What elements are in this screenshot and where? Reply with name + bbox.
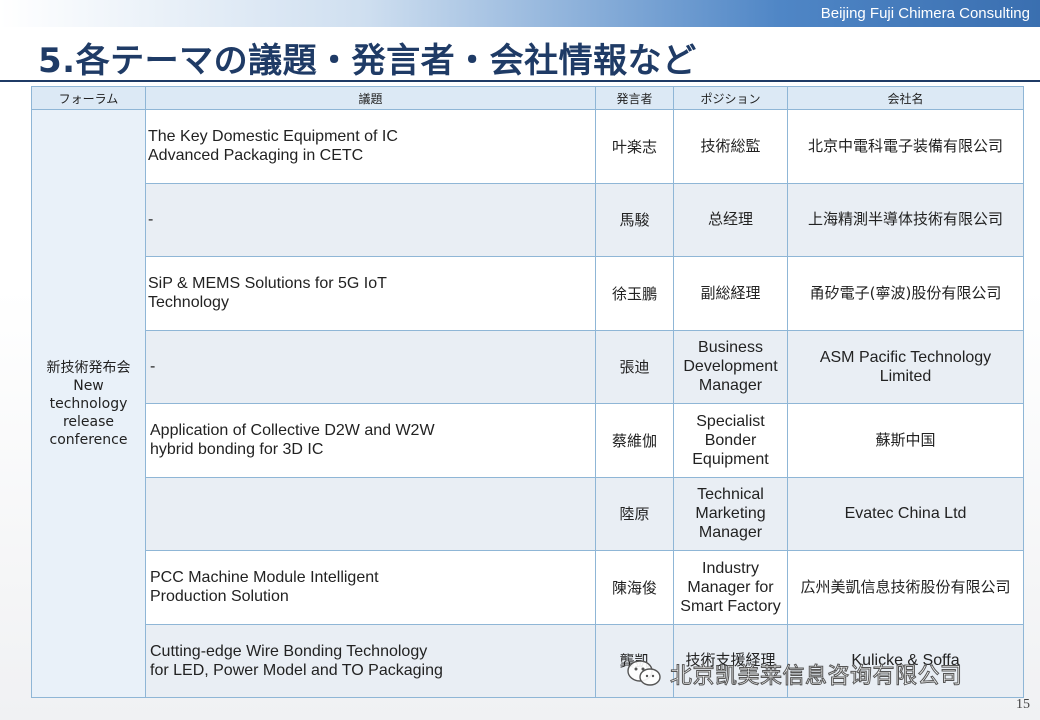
topic-line: for LED, Power Model and TO Packaging: [150, 661, 443, 679]
watermark-text: 北京凯美莱信息咨询有限公司: [670, 664, 963, 690]
topic-line: -: [150, 358, 156, 376]
forum-line: technology: [49, 395, 128, 412]
position-line: Specialist: [696, 412, 765, 430]
table-row: Application of Collective D2W and W2W hy…: [31, 403, 1024, 478]
topic-line: hybrid bonding for 3D IC: [150, 441, 324, 459]
position-line: Development: [683, 358, 778, 376]
company-cell: 上海精測半導体技術有限公司: [787, 182, 1024, 257]
speaker-cell: 徐玉鵬: [595, 256, 674, 331]
topic-line: PCC Machine Module Intelligent: [150, 569, 379, 587]
company-cell: 蘇斯中国: [787, 403, 1024, 478]
topic-cell: -: [145, 182, 596, 257]
company-line: 北京中電科電子装備有限公司: [807, 136, 1003, 155]
table-row: PCC Machine Module Intelligent Productio…: [31, 550, 1024, 625]
forum-line: conference: [49, 431, 128, 448]
position-line: Technical: [697, 486, 764, 504]
topic-line: Advanced Packaging in CETC: [148, 147, 364, 165]
position-line: Marketing: [695, 505, 766, 523]
position-line: Smart Factory: [680, 597, 781, 615]
topic-cell: [145, 476, 596, 551]
column-header-company: 会社名: [787, 86, 1024, 110]
topic-cell: -: [145, 329, 596, 404]
column-header-position: ポジション: [673, 86, 788, 110]
company-cell: 広州美凱信息技術股份有限公司: [787, 550, 1024, 625]
company-name: Beijing Fuji Chimera Consulting: [820, 5, 1030, 22]
position-line: Manager: [698, 524, 763, 542]
position-cell: 总经理: [673, 182, 788, 257]
forum-line: New: [73, 377, 104, 394]
topic-cell: Application of Collective D2W and W2W hy…: [145, 403, 596, 478]
table-row: 陸原 Technical Marketing Manager Evatec Ch…: [31, 476, 1024, 551]
forum-line: release: [62, 413, 115, 430]
watermark: 北京凯美莱信息咨询有限公司: [626, 658, 963, 690]
position-line: Manager for: [687, 578, 774, 596]
position-line: 副総経理: [700, 283, 761, 302]
position-line: Industry: [702, 559, 759, 577]
position-line: Manager: [698, 377, 763, 395]
table-row: 新技術発布会 New technology release conference…: [31, 109, 1024, 698]
table-header-row: フォーラム 議題 発言者 ポジション 会社名: [31, 86, 1024, 110]
wechat-icon: [627, 660, 661, 686]
speaker-cell: 蔡維伽: [595, 403, 674, 478]
column-header-speaker: 発言者: [595, 86, 674, 110]
position-cell: 技術総監: [673, 109, 788, 184]
position-cell: Business Development Manager: [673, 329, 788, 404]
speaker-cell: 陳海俊: [595, 550, 674, 625]
page-number: 15: [1016, 697, 1030, 712]
position-cell: 副総経理: [673, 256, 788, 331]
position-cell: Specialist Bonder Equipment: [673, 403, 788, 478]
topic-cell: The Key Domestic Equipment of IC Advance…: [145, 109, 596, 184]
topic-cell: SiP & MEMS Solutions for 5G IoT Technolo…: [145, 256, 596, 331]
company-cell: 北京中電科電子装備有限公司: [787, 109, 1024, 184]
topic-line: The Key Domestic Equipment of IC: [148, 128, 398, 146]
speaker-cell: 陸原: [595, 476, 674, 551]
position-line: 总经理: [707, 210, 753, 229]
agenda-table: フォーラム 議題 発言者 ポジション 会社名 新技術発布会 New techno…: [31, 86, 1024, 698]
forum-line: 新技術発布会: [46, 359, 131, 376]
position-cell: Industry Manager for Smart Factory: [673, 550, 788, 625]
position-line: Bonder: [704, 431, 757, 449]
position-line: Equipment: [692, 450, 769, 468]
company-cell: Evatec China Ltd: [787, 476, 1024, 551]
topic-line: SiP & MEMS Solutions for 5G IoT: [148, 275, 387, 293]
position-line: 技術総監: [700, 136, 761, 155]
speaker-cell: 張迪: [595, 329, 674, 404]
position-line: Business: [698, 339, 763, 357]
table-row: - 張迪 Business Development Manager ASM Pa…: [31, 329, 1024, 404]
topic-cell: Cutting-edge Wire Bonding Technology for…: [145, 623, 596, 698]
company-cell: 甬矽電子(寧波)股份有限公司: [787, 256, 1024, 331]
company-cell: ASM Pacific Technology Limited: [787, 329, 1024, 404]
column-header-forum: フォーラム: [31, 86, 146, 110]
title-divider: [0, 80, 1040, 82]
topic-line: -: [148, 211, 154, 229]
company-line: 広州美凱信息技術股份有限公司: [800, 577, 1011, 596]
company-line: Limited: [879, 367, 932, 385]
company-line: 上海精測半導体技術有限公司: [807, 210, 1003, 229]
topic-cell: PCC Machine Module Intelligent Productio…: [145, 550, 596, 625]
topic-line: Cutting-edge Wire Bonding Technology: [150, 642, 428, 660]
page-title: 5.各テーマの議題・発言者・会社情報など: [38, 41, 697, 81]
topic-line: Production Solution: [150, 588, 289, 606]
speaker-cell: 叶楽志: [595, 109, 674, 184]
table-row: SiP & MEMS Solutions for 5G IoT Technolo…: [31, 256, 1024, 331]
company-line: 甬矽電子(寧波)股份有限公司: [809, 283, 1002, 302]
company-line: 蘇斯中国: [875, 430, 936, 449]
forum-cell: 新技術発布会 New technology release conference: [31, 109, 146, 698]
speaker-cell: 馬駿: [595, 182, 674, 257]
column-header-topic: 議題: [145, 86, 596, 110]
header-bar: Beijing Fuji Chimera Consulting: [0, 0, 1040, 27]
table-row: - 馬駿 总经理 上海精測半導体技術有限公司: [31, 182, 1024, 257]
company-line: Evatec China Ltd: [844, 505, 967, 523]
position-cell: Technical Marketing Manager: [673, 476, 788, 551]
company-line: ASM Pacific Technology: [819, 348, 992, 366]
topic-line: Technology: [148, 294, 229, 312]
topic-line: Application of Collective D2W and W2W: [150, 422, 435, 440]
